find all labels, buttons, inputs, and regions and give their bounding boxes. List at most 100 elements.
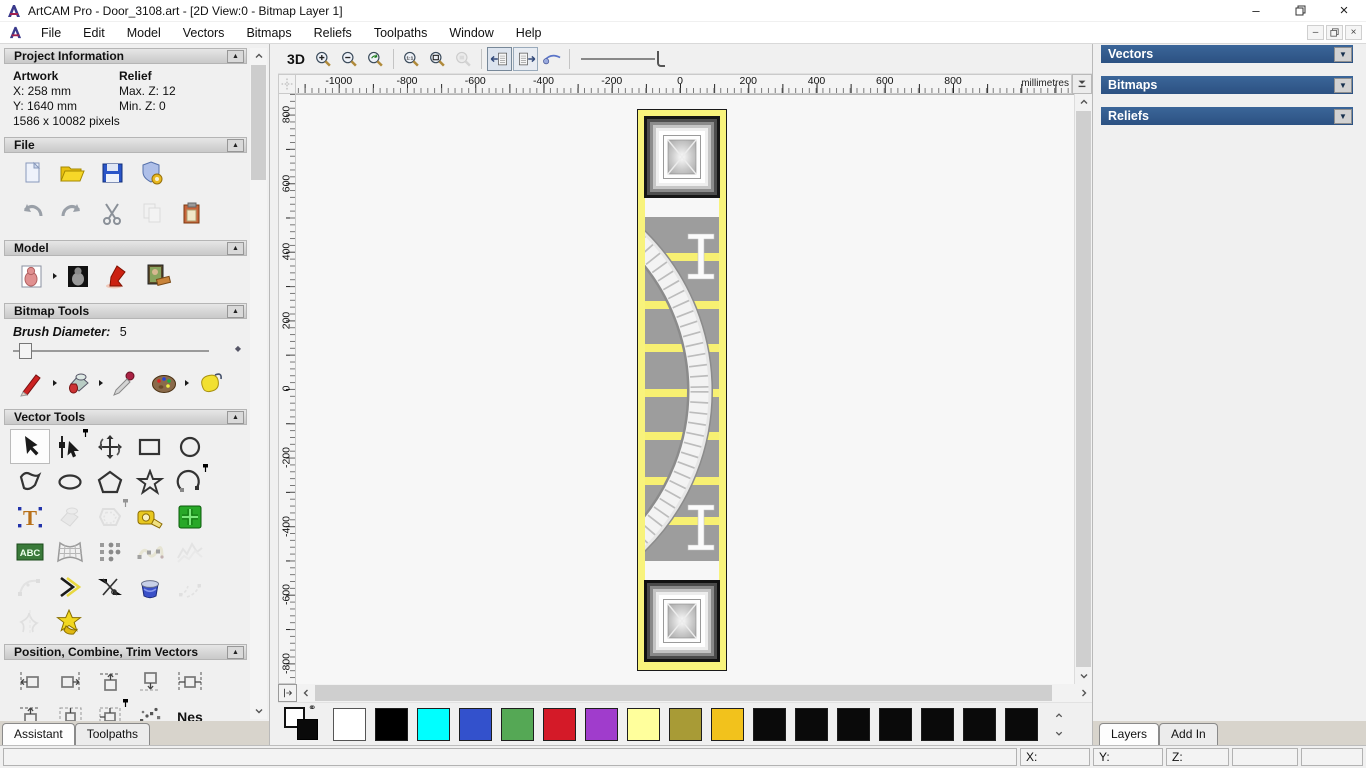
align-centre-button[interactable] bbox=[170, 664, 210, 699]
open-model-button[interactable] bbox=[52, 156, 92, 190]
palette-scroll-up-icon[interactable] bbox=[1051, 708, 1067, 722]
align-top-button[interactable] bbox=[90, 664, 130, 699]
colour-visibility-button[interactable] bbox=[539, 47, 564, 71]
paste-button[interactable] bbox=[172, 196, 212, 230]
expand-icon[interactable]: ▼ bbox=[1334, 109, 1352, 124]
snap-grid-button[interactable] bbox=[170, 499, 210, 534]
zoom-out-button[interactable] bbox=[337, 47, 362, 71]
ruler-origin-icon[interactable] bbox=[278, 74, 296, 94]
collapse-icon[interactable]: ▲ bbox=[227, 646, 244, 659]
restore-button[interactable] bbox=[1278, 0, 1322, 21]
texture-relief-button[interactable] bbox=[138, 259, 178, 293]
envelope-distortion-button[interactable] bbox=[50, 534, 90, 569]
colour-swatch-15[interactable] bbox=[963, 708, 996, 741]
clipart-library-button[interactable] bbox=[130, 569, 170, 604]
zoom-1to1-button[interactable]: 1:1 bbox=[399, 47, 424, 71]
centre-vertical-button[interactable] bbox=[10, 699, 50, 721]
flyout-pin-icon[interactable] bbox=[202, 463, 210, 473]
scroll-right-icon[interactable] bbox=[1075, 684, 1092, 702]
flyout-arrow-icon[interactable] bbox=[53, 380, 57, 386]
colour-swatch-4[interactable] bbox=[501, 708, 534, 741]
zoom-fit-button[interactable] bbox=[425, 47, 450, 71]
colour-swatch-7[interactable] bbox=[627, 708, 660, 741]
colour-swatch-13[interactable] bbox=[879, 708, 912, 741]
scrollbar-thumb[interactable] bbox=[315, 685, 1052, 701]
bitmap-tools-header[interactable]: Bitmap Tools ▲ bbox=[4, 303, 247, 319]
tab-layers[interactable]: Layers bbox=[1099, 723, 1159, 745]
colour-swatch-1[interactable] bbox=[375, 708, 408, 741]
undo-button[interactable] bbox=[12, 196, 52, 230]
node-editing-button[interactable] bbox=[50, 429, 90, 464]
colour-swatch-5[interactable] bbox=[543, 708, 576, 741]
expand-icon[interactable]: ▼ bbox=[1334, 78, 1352, 93]
blend-spans-button[interactable] bbox=[170, 569, 210, 604]
centre-both-button[interactable] bbox=[90, 699, 130, 721]
mdi-close-button[interactable]: × bbox=[1345, 25, 1362, 40]
scroll-up-icon[interactable] bbox=[250, 48, 267, 64]
file-section-header[interactable]: File ▲ bbox=[4, 137, 247, 153]
tab-add-in[interactable]: Add In bbox=[1159, 723, 1218, 745]
flyout-arrow-icon[interactable] bbox=[185, 380, 189, 386]
flyout-pin-icon[interactable] bbox=[122, 698, 130, 708]
collapse-icon[interactable]: ▲ bbox=[227, 242, 244, 255]
palette-button[interactable] bbox=[144, 366, 184, 400]
redo-button[interactable] bbox=[52, 196, 92, 230]
flyout-arrow-icon[interactable] bbox=[53, 273, 57, 279]
zoom-objects-button[interactable] bbox=[451, 47, 476, 71]
link-colours-icon[interactable]: ⚭ bbox=[308, 703, 316, 714]
colour-swatch-10[interactable] bbox=[753, 708, 786, 741]
colour-swatch-8[interactable] bbox=[669, 708, 702, 741]
create-polygon-button[interactable] bbox=[90, 464, 130, 499]
canvas-horizontal-scrollbar[interactable] bbox=[297, 684, 1092, 702]
contrast-slider[interactable] bbox=[581, 47, 671, 71]
collapse-icon[interactable]: ▲ bbox=[227, 50, 244, 63]
slider-handle-icon[interactable] bbox=[657, 51, 665, 67]
model-options-button[interactable] bbox=[132, 156, 172, 190]
scroll-down-icon[interactable] bbox=[250, 703, 267, 719]
expand-icon[interactable]: ▼ bbox=[1334, 47, 1352, 62]
vectors-section-header[interactable]: Vectors▼ bbox=[1101, 45, 1353, 63]
doodle-button[interactable] bbox=[190, 366, 230, 400]
brush-diameter-slider[interactable]: ◆ bbox=[13, 341, 241, 363]
greyscale-model-button[interactable] bbox=[58, 259, 98, 293]
create-polyline-button[interactable] bbox=[10, 464, 50, 499]
flyout-arrow-icon[interactable] bbox=[99, 380, 103, 386]
colour-swatch-2[interactable] bbox=[417, 708, 450, 741]
collapse-icon[interactable]: ▲ bbox=[227, 411, 244, 424]
scrollbar-thumb[interactable] bbox=[251, 65, 266, 180]
fit-curve-button[interactable] bbox=[130, 534, 170, 569]
menu-vectors[interactable]: Vectors bbox=[172, 24, 236, 42]
slider-track[interactable] bbox=[13, 350, 209, 352]
select-vectors-button[interactable] bbox=[10, 429, 50, 464]
tab-toolpaths[interactable]: Toolpaths bbox=[75, 723, 150, 745]
save-model-button[interactable] bbox=[92, 156, 132, 190]
colour-swatch-0[interactable] bbox=[333, 708, 366, 741]
lighting-button[interactable] bbox=[98, 259, 138, 293]
reliefs-section-header[interactable]: Reliefs▼ bbox=[1101, 107, 1353, 125]
text-on-curve-button[interactable]: ABC bbox=[10, 534, 50, 569]
menu-model[interactable]: Model bbox=[116, 24, 172, 42]
scroll-down-icon[interactable] bbox=[1075, 668, 1092, 684]
wrap-text-button[interactable] bbox=[50, 499, 90, 534]
paste-array-button[interactable] bbox=[130, 699, 170, 721]
create-rectangle-button[interactable] bbox=[130, 429, 170, 464]
flyout-diamond-icon[interactable]: ◆ bbox=[235, 344, 241, 353]
create-ellipse-button[interactable] bbox=[50, 464, 90, 499]
section-model-button[interactable] bbox=[10, 604, 50, 639]
transform-vectors-button[interactable] bbox=[90, 429, 130, 464]
slider-handle-icon[interactable] bbox=[19, 343, 32, 359]
colour-swatch-14[interactable] bbox=[921, 708, 954, 741]
mdi-restore-button[interactable] bbox=[1326, 25, 1343, 40]
position-combine-trim-header[interactable]: Position, Combine, Trim Vectors ▲ bbox=[4, 644, 247, 660]
scroll-left-icon[interactable] bbox=[297, 684, 314, 702]
pick-colour-button[interactable] bbox=[104, 366, 144, 400]
menu-help[interactable]: Help bbox=[505, 24, 553, 42]
palette-scroll-down-icon[interactable] bbox=[1051, 726, 1067, 740]
model-sketch-button[interactable] bbox=[12, 259, 52, 293]
minimize-button[interactable]: – bbox=[1234, 0, 1278, 21]
centre-horizontal-button[interactable] bbox=[50, 699, 90, 721]
scrollbar-thumb[interactable] bbox=[1076, 111, 1091, 667]
align-left-button[interactable] bbox=[10, 664, 50, 699]
measure-button[interactable] bbox=[130, 499, 170, 534]
vector-doctor-button[interactable] bbox=[50, 604, 90, 639]
